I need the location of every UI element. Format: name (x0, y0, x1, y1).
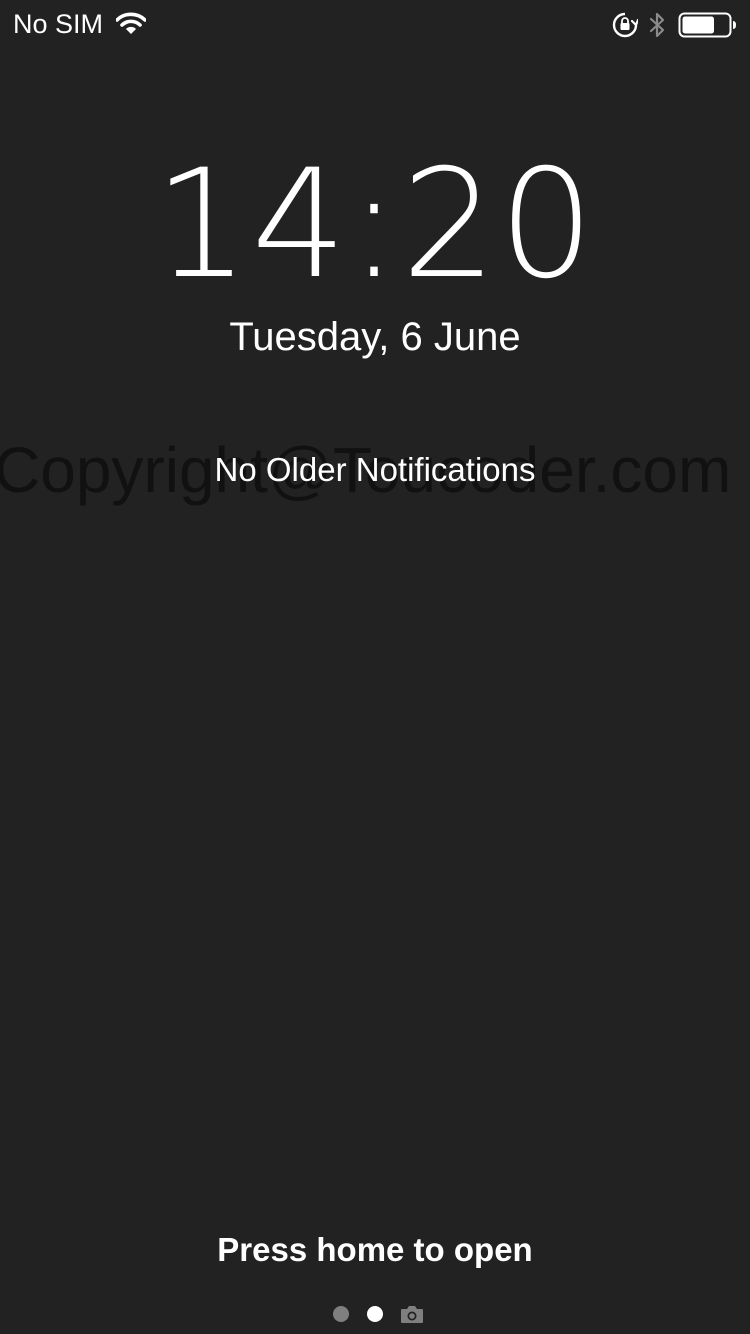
rotation-lock-icon (612, 12, 638, 38)
page-dot-inactive[interactable] (333, 1306, 349, 1322)
bluetooth-icon (649, 12, 665, 38)
press-home-hint: Press home to open (217, 1231, 533, 1268)
page-dot-active (367, 1306, 383, 1322)
camera-icon[interactable] (400, 1304, 424, 1324)
page-indicator[interactable] (330, 1300, 430, 1328)
status-bar: No SIM (0, 0, 750, 50)
carrier-label: No SIM (13, 9, 104, 39)
lock-screen-date: Tuesday, 6 June (229, 315, 521, 359)
no-older-notifications-label: No Older Notifications (214, 451, 536, 488)
lock-screen-time: 14:20 (153, 138, 597, 312)
battery-icon (678, 12, 736, 38)
wifi-icon (116, 12, 146, 34)
